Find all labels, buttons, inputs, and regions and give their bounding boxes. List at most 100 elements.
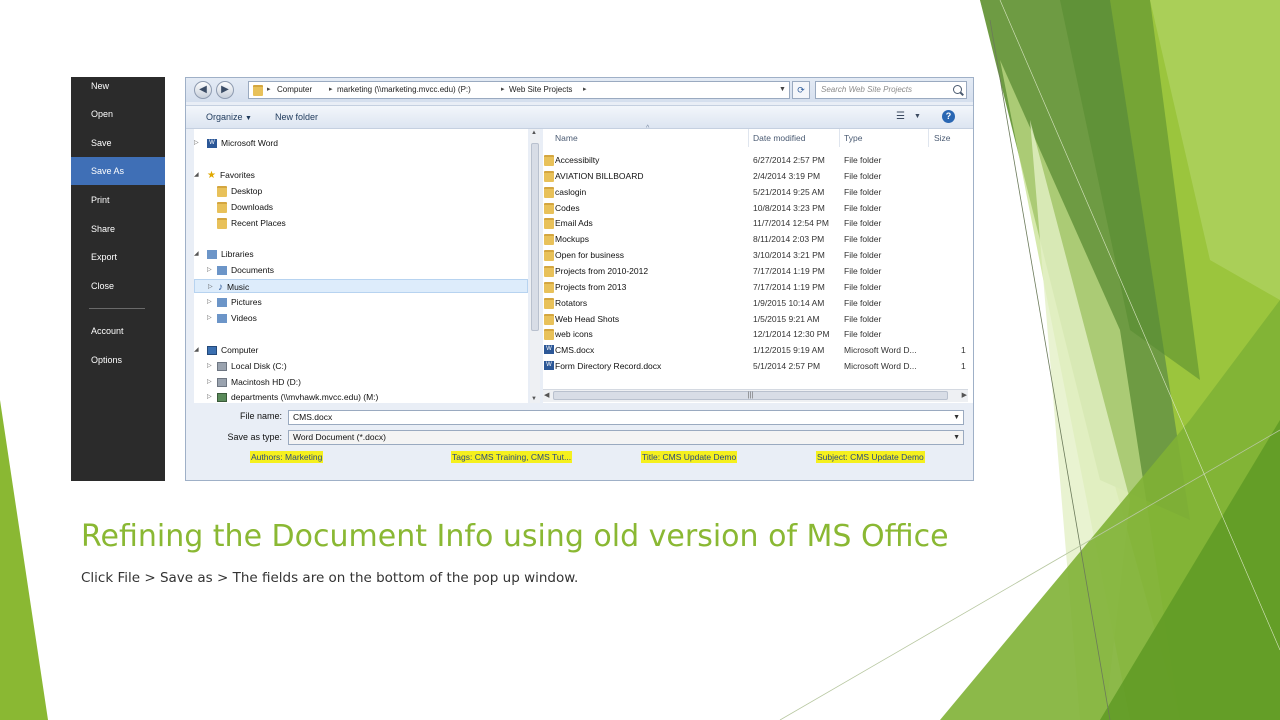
expand-arrow-icon[interactable]: ▷	[207, 390, 212, 404]
title-field[interactable]: Title: CMS Update Demo	[641, 451, 738, 463]
file-row[interactable]: caslogin 5/21/2014 9:25 AM File folder	[543, 184, 973, 200]
folder-icon	[544, 265, 554, 277]
tags-field[interactable]: Tags: CMS Training, CMS Tut...	[451, 451, 573, 463]
tree-label: Libraries	[221, 249, 254, 259]
column-date-modified[interactable]: Date modified	[753, 129, 805, 147]
search-input[interactable]: Search Web Site Projects	[815, 81, 967, 99]
file-row[interactable]: Mockups 8/11/2014 2:03 PM File folder	[543, 231, 973, 247]
expand-arrow-icon[interactable]: ▷	[207, 359, 212, 373]
file-date: 1/5/2015 9:21 AM	[753, 313, 820, 324]
title-label: Title:	[642, 452, 661, 462]
navigation-pane: ▷ W Microsoft Word ◢ ★ Favorites Desktop D…	[194, 129, 528, 403]
breadcrumb-computer[interactable]: Computer	[277, 82, 312, 98]
file-date: 12/1/2014 12:30 PM	[753, 329, 830, 340]
backstage-options[interactable]: Options	[71, 346, 165, 374]
column-name[interactable]: Name	[555, 129, 578, 147]
file-type: File folder	[844, 234, 882, 245]
column-divider[interactable]	[748, 129, 749, 147]
backstage-share[interactable]: Share	[71, 215, 165, 243]
forward-arrow-icon: ▶	[221, 84, 229, 95]
refresh-button[interactable]: ⟳	[792, 81, 810, 99]
tree-item-music[interactable]: ▷ ♪ Music	[194, 279, 528, 293]
back-button[interactable]: ◀	[194, 81, 212, 99]
file-list-horizontal-scrollbar[interactable]: ◀ ||| ▶	[543, 389, 968, 402]
chevron-down-icon[interactable]: ▼	[914, 113, 921, 120]
expand-arrow-icon[interactable]: ▷	[194, 136, 199, 150]
chevron-down-icon[interactable]: ▼	[953, 431, 960, 444]
address-bar[interactable]: ▸ Computer ▸ marketing (\\marketing.mvcc…	[248, 81, 790, 99]
folder-icon	[544, 329, 554, 341]
sort-arrow-icon: ^	[646, 125, 650, 132]
music-icon: ♪	[218, 281, 223, 293]
forward-button[interactable]: ▶	[216, 81, 234, 99]
file-date: 6/27/2014 2:57 PM	[753, 155, 825, 165]
file-row[interactable]: W CMS.docx 1/12/2015 9:19 AM Microsoft Word…	[543, 342, 973, 358]
desktop-icon	[217, 186, 227, 198]
file-row[interactable]: Projects from 2010-2012 7/17/2014 1:19 PM…	[543, 263, 973, 279]
backstage-save[interactable]: Save	[71, 129, 165, 157]
expand-arrow-icon[interactable]: ▷	[208, 280, 213, 294]
expand-arrow-icon[interactable]: ▷	[207, 295, 212, 309]
collapse-arrow-icon[interactable]: ◢	[194, 343, 199, 357]
scroll-up-icon[interactable]: ▲	[531, 130, 537, 136]
scroll-down-icon[interactable]: ▼	[531, 396, 537, 402]
chevron-down-icon[interactable]: ▼	[953, 411, 960, 424]
view-options-icon[interactable]: ☰	[896, 111, 905, 122]
backstage-account[interactable]: Account	[71, 317, 165, 345]
collapse-arrow-icon[interactable]: ◢	[194, 247, 199, 261]
file-row[interactable]: Projects from 2013 7/17/2014 1:19 PM File …	[543, 279, 973, 295]
file-row[interactable]: W Form Directory Record.docx 5/1/2014 2:57…	[543, 358, 973, 374]
subject-field[interactable]: Subject: CMS Update Demo	[816, 451, 925, 463]
navigation-scrollbar[interactable]: ▲ ▼	[530, 129, 540, 403]
downloads-icon	[217, 202, 227, 214]
search-icon[interactable]	[953, 85, 962, 94]
organize-button[interactable]: Organize ▼	[206, 106, 252, 128]
help-icon[interactable]: ?	[942, 110, 955, 123]
breadcrumb-marketing[interactable]: marketing (\\marketing.mvcc.edu) (P:)	[337, 82, 471, 98]
file-row[interactable]: Accessibilty 6/27/2014 2:57 PM File folder	[543, 152, 973, 168]
scrollbar-thumb[interactable]	[531, 143, 539, 331]
file-row[interactable]: web icons 12/1/2014 12:30 PM File folder	[543, 326, 973, 342]
chevron-down-icon[interactable]: ▼	[779, 82, 786, 98]
save-type-select[interactable]: Word Document (*.docx) ▼	[288, 430, 964, 445]
expand-arrow-icon[interactable]: ▷	[207, 263, 212, 277]
documents-icon	[217, 266, 227, 276]
file-date: 1/12/2015 9:19 AM	[753, 345, 825, 356]
backstage-export[interactable]: Export	[71, 243, 165, 271]
expand-arrow-icon[interactable]: ▷	[207, 311, 212, 325]
breadcrumb-web-site-projects[interactable]: Web Site Projects	[509, 82, 572, 98]
scroll-right-icon[interactable]: ▶	[962, 390, 967, 401]
file-name: Rotators	[555, 297, 588, 308]
backstage-open[interactable]: Open	[71, 100, 165, 128]
star-icon: ★	[207, 169, 216, 181]
file-row[interactable]: AVIATION BILLBOARD 2/4/2014 3:19 PM File f…	[543, 168, 973, 184]
column-type[interactable]: Type	[844, 129, 862, 147]
file-row[interactable]: Email Ads 11/7/2014 12:54 PM File folder	[543, 215, 973, 231]
expand-arrow-icon[interactable]: ▷	[207, 375, 212, 389]
scrollbar-thumb[interactable]: |||	[553, 391, 948, 400]
column-divider[interactable]	[928, 129, 929, 147]
file-name: Mockups	[555, 234, 590, 245]
column-divider[interactable]	[839, 129, 840, 147]
network-drive-icon	[217, 393, 227, 403]
scroll-left-icon[interactable]: ◀	[544, 390, 549, 401]
file-row[interactable]: Open for business 3/10/2014 3:21 PM File f…	[543, 247, 973, 263]
file-date: 5/21/2014 9:25 AM	[753, 186, 825, 197]
computer-icon	[207, 346, 217, 356]
backstage-print[interactable]: Print	[71, 186, 165, 214]
file-row[interactable]: Rotators 1/9/2015 10:14 AM File folder	[543, 295, 973, 311]
authors-field[interactable]: Authors: Marketing	[250, 451, 324, 463]
file-row[interactable]: Web Head Shots 1/5/2015 9:21 AM File folde…	[543, 311, 973, 327]
tree-label: Local Disk (C:)	[231, 361, 287, 371]
new-folder-button[interactable]: New folder	[275, 106, 318, 128]
backstage-new[interactable]: New	[71, 72, 165, 100]
authors-label: Authors:	[251, 452, 283, 462]
tree-label: Downloads	[231, 202, 274, 212]
file-row[interactable]: Codes 10/8/2014 3:23 PM File folder	[543, 200, 973, 216]
backstage-close[interactable]: Close	[71, 272, 165, 300]
file-name-input[interactable]: CMS.docx ▼	[288, 410, 964, 425]
backstage-save-as[interactable]: Save As	[71, 157, 165, 185]
tags-value: CMS Training, CMS Tut...	[474, 452, 572, 462]
column-size[interactable]: Size	[934, 129, 951, 147]
collapse-arrow-icon[interactable]: ◢	[194, 168, 199, 182]
